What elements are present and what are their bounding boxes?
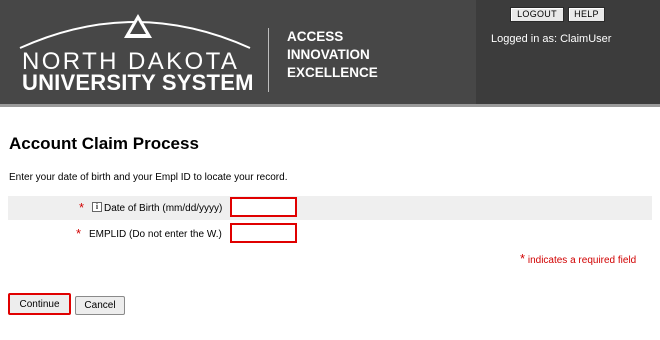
dob-label: Date of Birth (mm/dd/yyyy) [104, 203, 223, 214]
help-button[interactable]: HELP [568, 7, 605, 22]
emplid-input[interactable] [230, 223, 297, 243]
cancel-button[interactable]: Cancel [75, 296, 125, 315]
logo-divider [268, 28, 269, 92]
dob-row: * i Date of Birth (mm/dd/yyyy) [8, 196, 652, 220]
continue-button[interactable]: Continue [8, 293, 71, 315]
tagline: ACCESS INNOVATION EXCELLENCE [287, 28, 378, 82]
required-note-text: indicates a required field [527, 255, 637, 266]
dob-input[interactable] [230, 197, 297, 217]
required-marker: * [520, 251, 526, 266]
ndus-logo: NORTH DAKOTA UNIVERSITY SYSTEM [0, 0, 270, 104]
emplid-label: EMPLID (Do not enter the W.) [89, 229, 222, 240]
required-field-note: * indicates a required field [520, 251, 636, 266]
instructions-text: Enter your date of birth and your Empl I… [9, 172, 288, 183]
tagline-excellence: EXCELLENCE [287, 65, 378, 80]
page-title: Account Claim Process [9, 134, 199, 153]
header-divider-rule [0, 104, 660, 107]
logo-text-line2: UNIVERSITY SYSTEM [22, 70, 254, 95]
tagline-access: ACCESS [287, 29, 344, 44]
logout-button[interactable]: LOGOUT [510, 7, 564, 22]
logged-in-status: Logged in as: ClaimUser [491, 33, 612, 45]
required-marker: * [76, 226, 82, 241]
info-icon[interactable]: i [92, 202, 102, 212]
emplid-row: * EMPLID (Do not enter the W.) [8, 222, 652, 246]
required-marker: * [79, 200, 85, 215]
tagline-innovation: INNOVATION [287, 47, 370, 62]
